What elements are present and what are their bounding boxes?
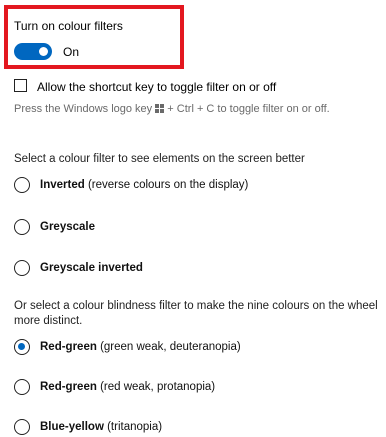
radio-inverted[interactable] [14,177,30,193]
filter-section-heading: Select a colour filter to see elements o… [14,153,305,165]
toggle-state-label: On [63,45,80,59]
shortcut-hint-after: + Ctrl + C to toggle filter on or off. [167,103,330,115]
colour-filters-toggle[interactable] [14,43,52,60]
radio-greyscale-inverted[interactable] [14,260,30,276]
shortcut-key-label: Allow the shortcut key to toggle filter … [37,80,277,94]
colour-filters-toggle-label: Turn on colour filters [14,19,123,33]
windows-logo-icon [155,104,165,116]
radio-greyscale-label: Greyscale [40,221,95,233]
shortcut-key-checkbox[interactable] [14,79,27,92]
toggle-knob [39,47,48,56]
blindness-section-heading: Or select a colour blindness filter to m… [14,300,378,327]
radio-red-green-protanopia[interactable] [14,379,30,395]
radio-greyscale-inverted-label: Greyscale inverted [40,262,143,274]
shortcut-hint-before: Press the Windows logo key [14,103,153,115]
radio-greyscale[interactable] [14,219,30,235]
radio-blue-yellow-label: Blue-yellow (tritanopia) [40,421,163,433]
shortcut-hint: Press the Windows logo key + Ctrl + C to… [14,103,330,116]
radio-red-green-deuteranopia[interactable] [14,339,30,355]
radio-red-green-protanopia-label: Red-green (red weak, protanopia) [40,381,216,393]
radio-red-green-deuteranopia-label: Red-green (green weak, deuteranopia) [40,341,241,353]
radio-blue-yellow[interactable] [14,419,30,435]
radio-inverted-label: Inverted (reverse colours on the display… [40,179,249,191]
